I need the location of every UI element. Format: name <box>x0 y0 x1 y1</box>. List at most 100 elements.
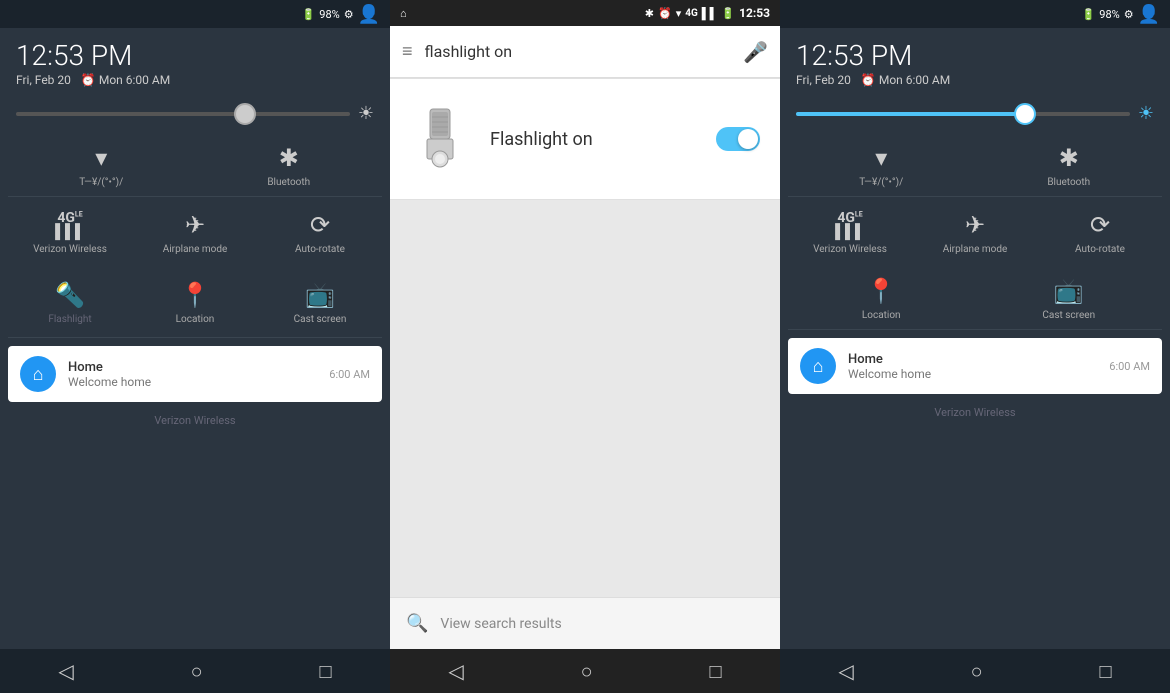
left-brightness-row[interactable]: ☀ <box>0 97 390 134</box>
left-flashlight-item[interactable]: 🔦 Flashlight <box>8 271 132 333</box>
left-recents-button[interactable]: □ <box>319 659 331 684</box>
right-recents-button[interactable]: □ <box>1099 659 1111 684</box>
right-back-button[interactable]: ◁ <box>838 659 853 683</box>
left-back-button[interactable]: ◁ <box>58 659 73 683</box>
right-quick-row3: 📍 Location 📺 Cast screen <box>780 267 1170 329</box>
autorotate-icon: ⟳ <box>310 211 330 239</box>
left-datetime: 12:53 PM Fri, Feb 20 ⏰ Mon 6:00 AM <box>0 28 390 97</box>
left-location-item[interactable]: 📍 Location <box>133 271 257 333</box>
bluetooth-status-icon: ✱ <box>645 7 654 20</box>
right-panel: 🔋 98% ⚙ 👤 12:53 PM Fri, Feb 20 ⏰ Mon 6:0… <box>780 0 1170 693</box>
right-bottom-bar: ◁ ○ □ <box>780 649 1170 693</box>
wifi-status-icon: ▾ <box>676 7 682 20</box>
left-notification-card[interactable]: ⌂ Home Welcome home 6:00 AM <box>8 346 382 402</box>
hamburger-icon[interactable]: ≡ <box>402 41 413 62</box>
left-bluetooth-item[interactable]: ✱ Bluetooth <box>196 134 383 196</box>
right-notif-subtitle: Welcome home <box>848 367 1097 381</box>
right-notif-title: Home <box>848 352 1097 367</box>
right-alarm: ⏰ Mon 6:00 AM <box>861 73 950 87</box>
mic-icon[interactable]: 🎤 <box>743 40 768 64</box>
center-left-status-icons: ⌂ <box>400 7 407 20</box>
center-home-button[interactable]: ○ <box>581 659 593 684</box>
left-brightness-thumb[interactable] <box>234 103 256 125</box>
wifi-icon: ▾ <box>95 144 107 172</box>
left-time: 12:53 PM <box>16 42 374 70</box>
right-brightness-row[interactable]: ☀ <box>780 97 1170 134</box>
left-home-button[interactable]: ○ <box>191 659 203 684</box>
right-wifi-icon: ▾ <box>875 144 887 172</box>
right-verizon-icon: 4GLE ▌▌▌ <box>835 211 865 239</box>
right-cast-label: Cast screen <box>1042 310 1095 321</box>
left-divider2 <box>8 337 382 338</box>
right-date: Fri, Feb 20 <box>796 73 851 87</box>
right-avatar-icon[interactable]: 👤 <box>1138 4 1160 25</box>
left-autorotate-label: Auto-rotate <box>295 244 345 255</box>
left-cast-item[interactable]: 📺 Cast screen <box>258 271 382 333</box>
view-search-text[interactable]: View search results <box>440 616 561 632</box>
view-search-row[interactable]: 🔍 View search results <box>390 597 780 649</box>
left-brightness-slider[interactable] <box>16 112 350 116</box>
left-quick-row2: 4GLE ▌▌▌ Verizon Wireless ✈ Airplane mod… <box>0 197 390 267</box>
right-notif-time: 6:00 AM <box>1109 360 1150 373</box>
right-location-label: Location <box>862 310 901 321</box>
right-carrier: Verizon Wireless <box>780 402 1170 423</box>
right-brightness-slider[interactable] <box>796 112 1130 116</box>
left-notif-avatar: ⌂ <box>20 356 56 392</box>
left-quick-row1: ▾ T—¥/(°•°)/ ✱ Bluetooth <box>0 134 390 196</box>
right-alarm-icon: ⏰ <box>861 73 876 87</box>
center-back-button[interactable]: ◁ <box>448 659 463 683</box>
right-verizon-item[interactable]: 4GLE ▌▌▌ Verizon Wireless <box>788 201 912 263</box>
battery-icon: 🔋 <box>302 8 316 21</box>
right-quick-row1: ▾ T—¥/(°•°)/ ✱ Bluetooth <box>780 134 1170 196</box>
cast-icon: 📺 <box>305 281 335 309</box>
center-panel: ⌂ ✱ ⏰ ▾ 4G ▌▌ 🔋 12:53 ≡ flashlight on 🎤 <box>390 0 780 693</box>
left-bottom-bar: ◁ ○ □ <box>0 649 390 693</box>
left-airplane-item[interactable]: ✈ Airplane mode <box>133 201 257 263</box>
right-airplane-item[interactable]: ✈ Airplane mode <box>913 201 1037 263</box>
right-date-row: Fri, Feb 20 ⏰ Mon 6:00 AM <box>796 73 1154 87</box>
right-status-bar: 🔋 98% ⚙ 👤 <box>780 0 1170 28</box>
right-battery-percent: 98% <box>1099 8 1119 21</box>
right-bluetooth-item[interactable]: ✱ Bluetooth <box>976 134 1163 196</box>
avatar-icon[interactable]: 👤 <box>358 4 380 25</box>
battery-status-icon: 🔋 <box>721 7 735 20</box>
verizon-icon: 4GLE ▌▌▌ <box>55 211 85 239</box>
right-wifi-item[interactable]: ▾ T—¥/(°•°)/ <box>788 134 975 196</box>
right-time: 12:53 PM <box>796 42 1154 70</box>
flashlight-svg <box>415 104 465 174</box>
right-location-item[interactable]: 📍 Location <box>788 267 975 329</box>
airplane-icon: ✈ <box>185 211 205 239</box>
right-divider2 <box>788 329 1162 330</box>
center-search-bar[interactable]: ≡ flashlight on 🎤 <box>390 26 780 78</box>
left-date-row: Fri, Feb 20 ⏰ Mon 6:00 AM <box>16 73 374 87</box>
left-panel: 🔋 98% ⚙ 👤 12:53 PM Fri, Feb 20 ⏰ Mon 6:0… <box>0 0 390 693</box>
right-home-button[interactable]: ○ <box>971 659 983 684</box>
left-autorotate-item[interactable]: ⟳ Auto-rotate <box>258 201 382 263</box>
alarm-status-icon: ⏰ <box>658 7 672 20</box>
right-brightness-thumb[interactable] <box>1014 103 1036 125</box>
left-wifi-label: T—¥/(°•°)/ <box>79 177 123 188</box>
center-recents-button[interactable]: □ <box>709 659 721 684</box>
right-settings-gear-icon[interactable]: ⚙ <box>1124 8 1134 21</box>
right-location-pin-icon: 📍 <box>866 277 896 305</box>
right-notif-content: Home Welcome home <box>848 352 1097 381</box>
flashlight-icon: 🔦 <box>55 281 85 309</box>
flashlight-toggle[interactable] <box>716 127 760 151</box>
right-cast-item[interactable]: 📺 Cast screen <box>976 267 1163 329</box>
home-indicator-icon: ⌂ <box>400 7 407 20</box>
left-alarm: ⏰ Mon 6:00 AM <box>81 73 170 87</box>
settings-gear-icon[interactable]: ⚙ <box>344 8 354 21</box>
toggle-knob <box>738 129 758 149</box>
right-battery-icon: 🔋 <box>1082 8 1096 21</box>
left-notif-subtitle: Welcome home <box>68 375 317 389</box>
left-wifi-item[interactable]: ▾ T—¥/(°•°)/ <box>8 134 195 196</box>
search-text[interactable]: flashlight on <box>425 42 732 61</box>
left-verizon-item[interactable]: 4GLE ▌▌▌ Verizon Wireless <box>8 201 132 263</box>
alarm-icon: ⏰ <box>81 73 96 87</box>
left-date: Fri, Feb 20 <box>16 73 71 87</box>
right-autorotate-item[interactable]: ⟳ Auto-rotate <box>1038 201 1162 263</box>
left-carrier: Verizon Wireless <box>0 410 390 431</box>
left-verizon-label: Verizon Wireless <box>33 244 107 255</box>
flashlight-result-card: Flashlight on <box>390 79 780 199</box>
right-notification-card[interactable]: ⌂ Home Welcome home 6:00 AM <box>788 338 1162 394</box>
